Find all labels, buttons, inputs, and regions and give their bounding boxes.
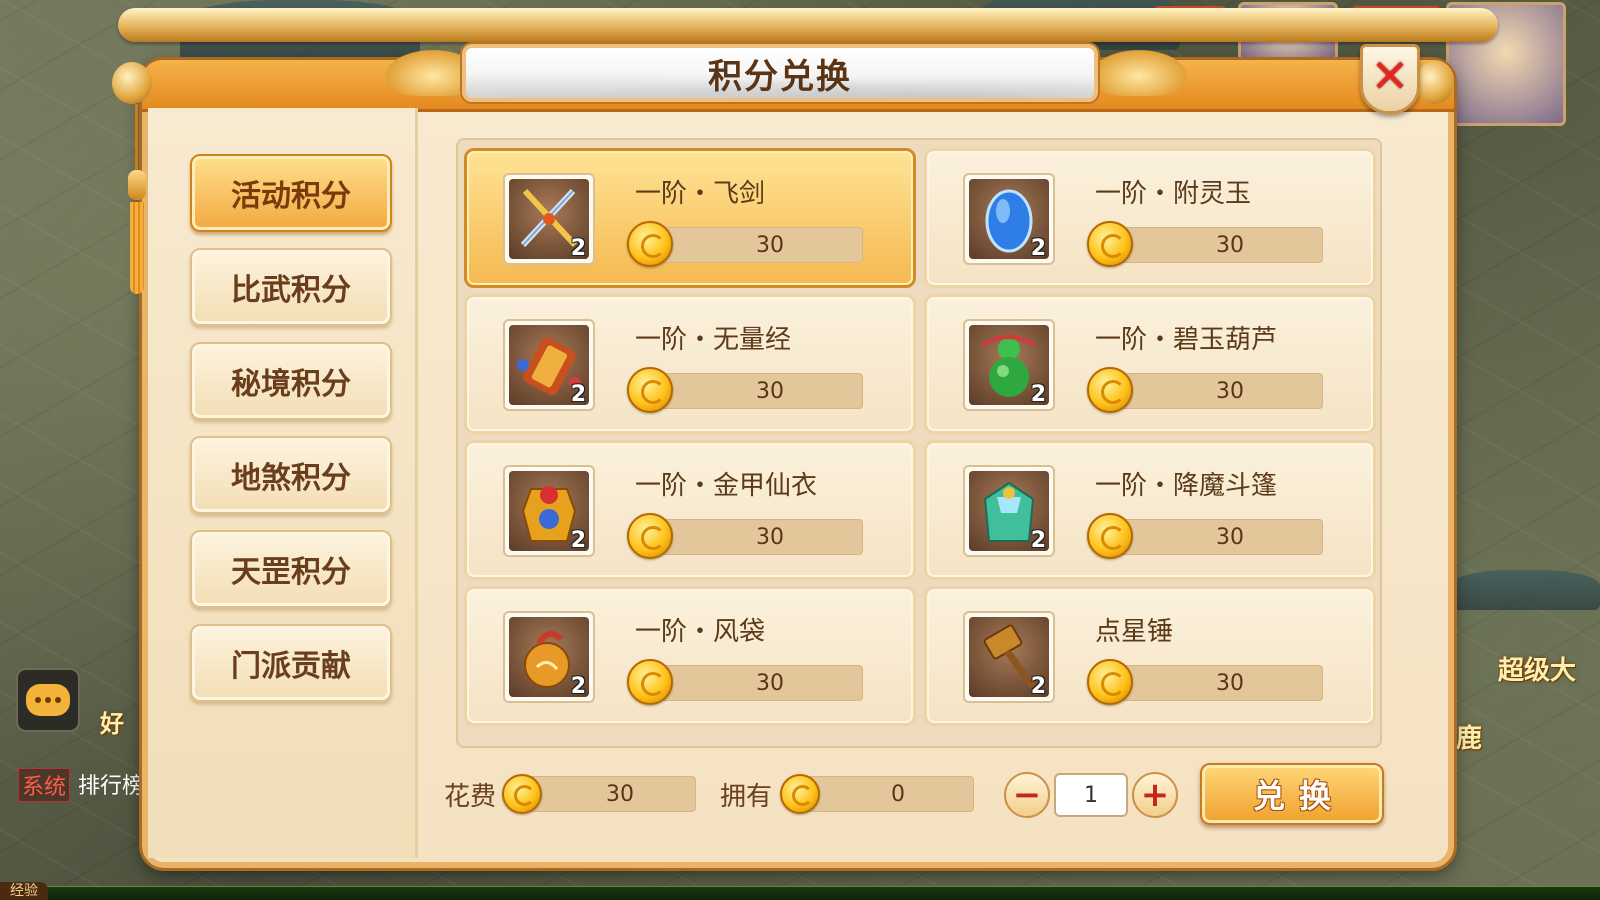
coin-icon (502, 774, 542, 814)
star-hammer-icon: 2 (969, 617, 1049, 697)
item-count: 2 (1030, 528, 1046, 551)
item-price: 30 (1117, 519, 1323, 555)
tab-duel-points[interactable]: 比武积分 (190, 248, 392, 326)
tab-disha-points[interactable]: 地煞积分 (190, 436, 392, 514)
item-name: 一阶・降魔斗篷 (1095, 471, 1278, 501)
wind-bag-icon: 2 (509, 617, 589, 697)
system-message: 排行榜 (78, 774, 145, 799)
coin-icon (780, 774, 820, 814)
item-count: 2 (1030, 236, 1046, 259)
coin-icon (627, 367, 673, 413)
coin-icon (1087, 367, 1133, 413)
item-card-demon-cloak[interactable]: 2 一阶・降魔斗篷 30 (924, 440, 1376, 580)
item-icon-frame: 2 (503, 465, 595, 557)
cost-value: 30 (520, 776, 696, 812)
item-price: 30 (1117, 665, 1323, 701)
item-icon-frame: 2 (963, 465, 1055, 557)
sutra-scroll-icon: 2 (509, 325, 589, 405)
tab-activity-points[interactable]: 活动积分 (190, 154, 392, 232)
item-count: 2 (1030, 674, 1046, 697)
scroll-rod-cap-right (1414, 62, 1454, 104)
item-card-golden-armor[interactable]: 2 一阶・金甲仙衣 30 (464, 440, 916, 580)
tab-sect-contribution[interactable]: 门派贡献 (190, 624, 392, 702)
item-name: 一阶・碧玉葫芦 (1095, 325, 1278, 355)
flying-sword-icon: 2 (509, 179, 589, 259)
cost-label: 花费 (444, 782, 497, 812)
coin-icon (627, 221, 673, 267)
item-name: 一阶・风袋 (635, 617, 766, 647)
scroll-rod-cap-left (112, 62, 152, 104)
chat-bubble-icon (26, 684, 70, 716)
item-icon-frame: 2 (503, 173, 595, 265)
scroll-rod (118, 8, 1498, 42)
system-channel-tag: 系统 (18, 768, 71, 802)
coin-icon (627, 513, 673, 559)
chat-button[interactable] (16, 668, 80, 732)
dialog-title: 积分兑换 (708, 56, 852, 97)
item-icon-frame: 2 (963, 173, 1055, 265)
demon-cloak-icon: 2 (969, 471, 1049, 551)
increase-quantity-button[interactable]: + (1132, 772, 1178, 818)
exchange-button[interactable]: 兑换 (1200, 763, 1384, 825)
plus-icon: + (1140, 775, 1170, 815)
item-card-spirit-jade[interactable]: 2 一阶・附灵玉 30 (924, 148, 1376, 288)
item-count: 2 (1030, 382, 1046, 405)
background-roof (1450, 570, 1600, 610)
item-name: 一阶・附灵玉 (1095, 179, 1252, 209)
tab-tiangang-points[interactable]: 天罡积分 (190, 530, 392, 608)
item-card-flying-sword[interactable]: 2 一阶・飞剑 30 (464, 148, 916, 288)
item-card-jade-gourd[interactable]: 2 一阶・碧玉葫芦 30 (924, 294, 1376, 434)
item-name: 一阶・金甲仙衣 (635, 471, 818, 501)
item-price: 30 (657, 227, 863, 263)
tassel-ornament (124, 104, 148, 294)
chat-snippet: 好 (100, 710, 124, 738)
item-count: 2 (570, 528, 586, 551)
item-price: 30 (1117, 227, 1323, 263)
coin-icon (627, 659, 673, 705)
title-plaque: 积分兑换 (462, 44, 1098, 102)
item-count: 2 (570, 382, 586, 405)
experience-bar (0, 886, 1600, 900)
item-count: 2 (570, 674, 586, 697)
item-icon-frame: 2 (503, 319, 595, 411)
item-icon-frame: 2 (963, 611, 1055, 703)
quantity-input[interactable]: 1 (1054, 773, 1128, 817)
item-icon-frame: 2 (503, 611, 595, 703)
tab-secret-realm-points[interactable]: 秘境积分 (190, 342, 392, 420)
item-card-sutra[interactable]: 2 一阶・无量经 30 (464, 294, 916, 434)
decrease-quantity-button[interactable]: − (1004, 772, 1050, 818)
item-name: 点星锤 (1095, 617, 1174, 647)
owned-label: 拥有 (720, 782, 773, 812)
owned-value: 0 (798, 776, 974, 812)
golden-armor-icon: 2 (509, 471, 589, 551)
item-price: 30 (657, 519, 863, 555)
item-name: 一阶・无量经 (635, 325, 792, 355)
experience-label: 经验 (0, 882, 48, 900)
coin-icon (1087, 221, 1133, 267)
coin-icon (1087, 659, 1133, 705)
item-count: 2 (570, 236, 586, 259)
coin-icon (1087, 513, 1133, 559)
item-card-star-hammer[interactable]: 2 点星锤 30 (924, 586, 1376, 726)
jade-gourd-icon: 2 (969, 325, 1049, 405)
spirit-jade-icon: 2 (969, 179, 1049, 259)
close-icon: ✕ (1370, 49, 1410, 103)
cloud-ornament-right (1084, 46, 1194, 96)
item-price: 30 (657, 665, 863, 701)
item-price: 30 (657, 373, 863, 409)
item-icon-frame: 2 (963, 319, 1055, 411)
item-name: 一阶・飞剑 (635, 179, 766, 209)
item-price: 30 (1117, 373, 1323, 409)
npc-name-label: 超级大 (1498, 656, 1577, 686)
minus-icon: − (1012, 775, 1042, 815)
close-button[interactable]: ✕ (1360, 44, 1420, 114)
item-card-wind-bag[interactable]: 2 一阶・风袋 30 (464, 586, 916, 726)
